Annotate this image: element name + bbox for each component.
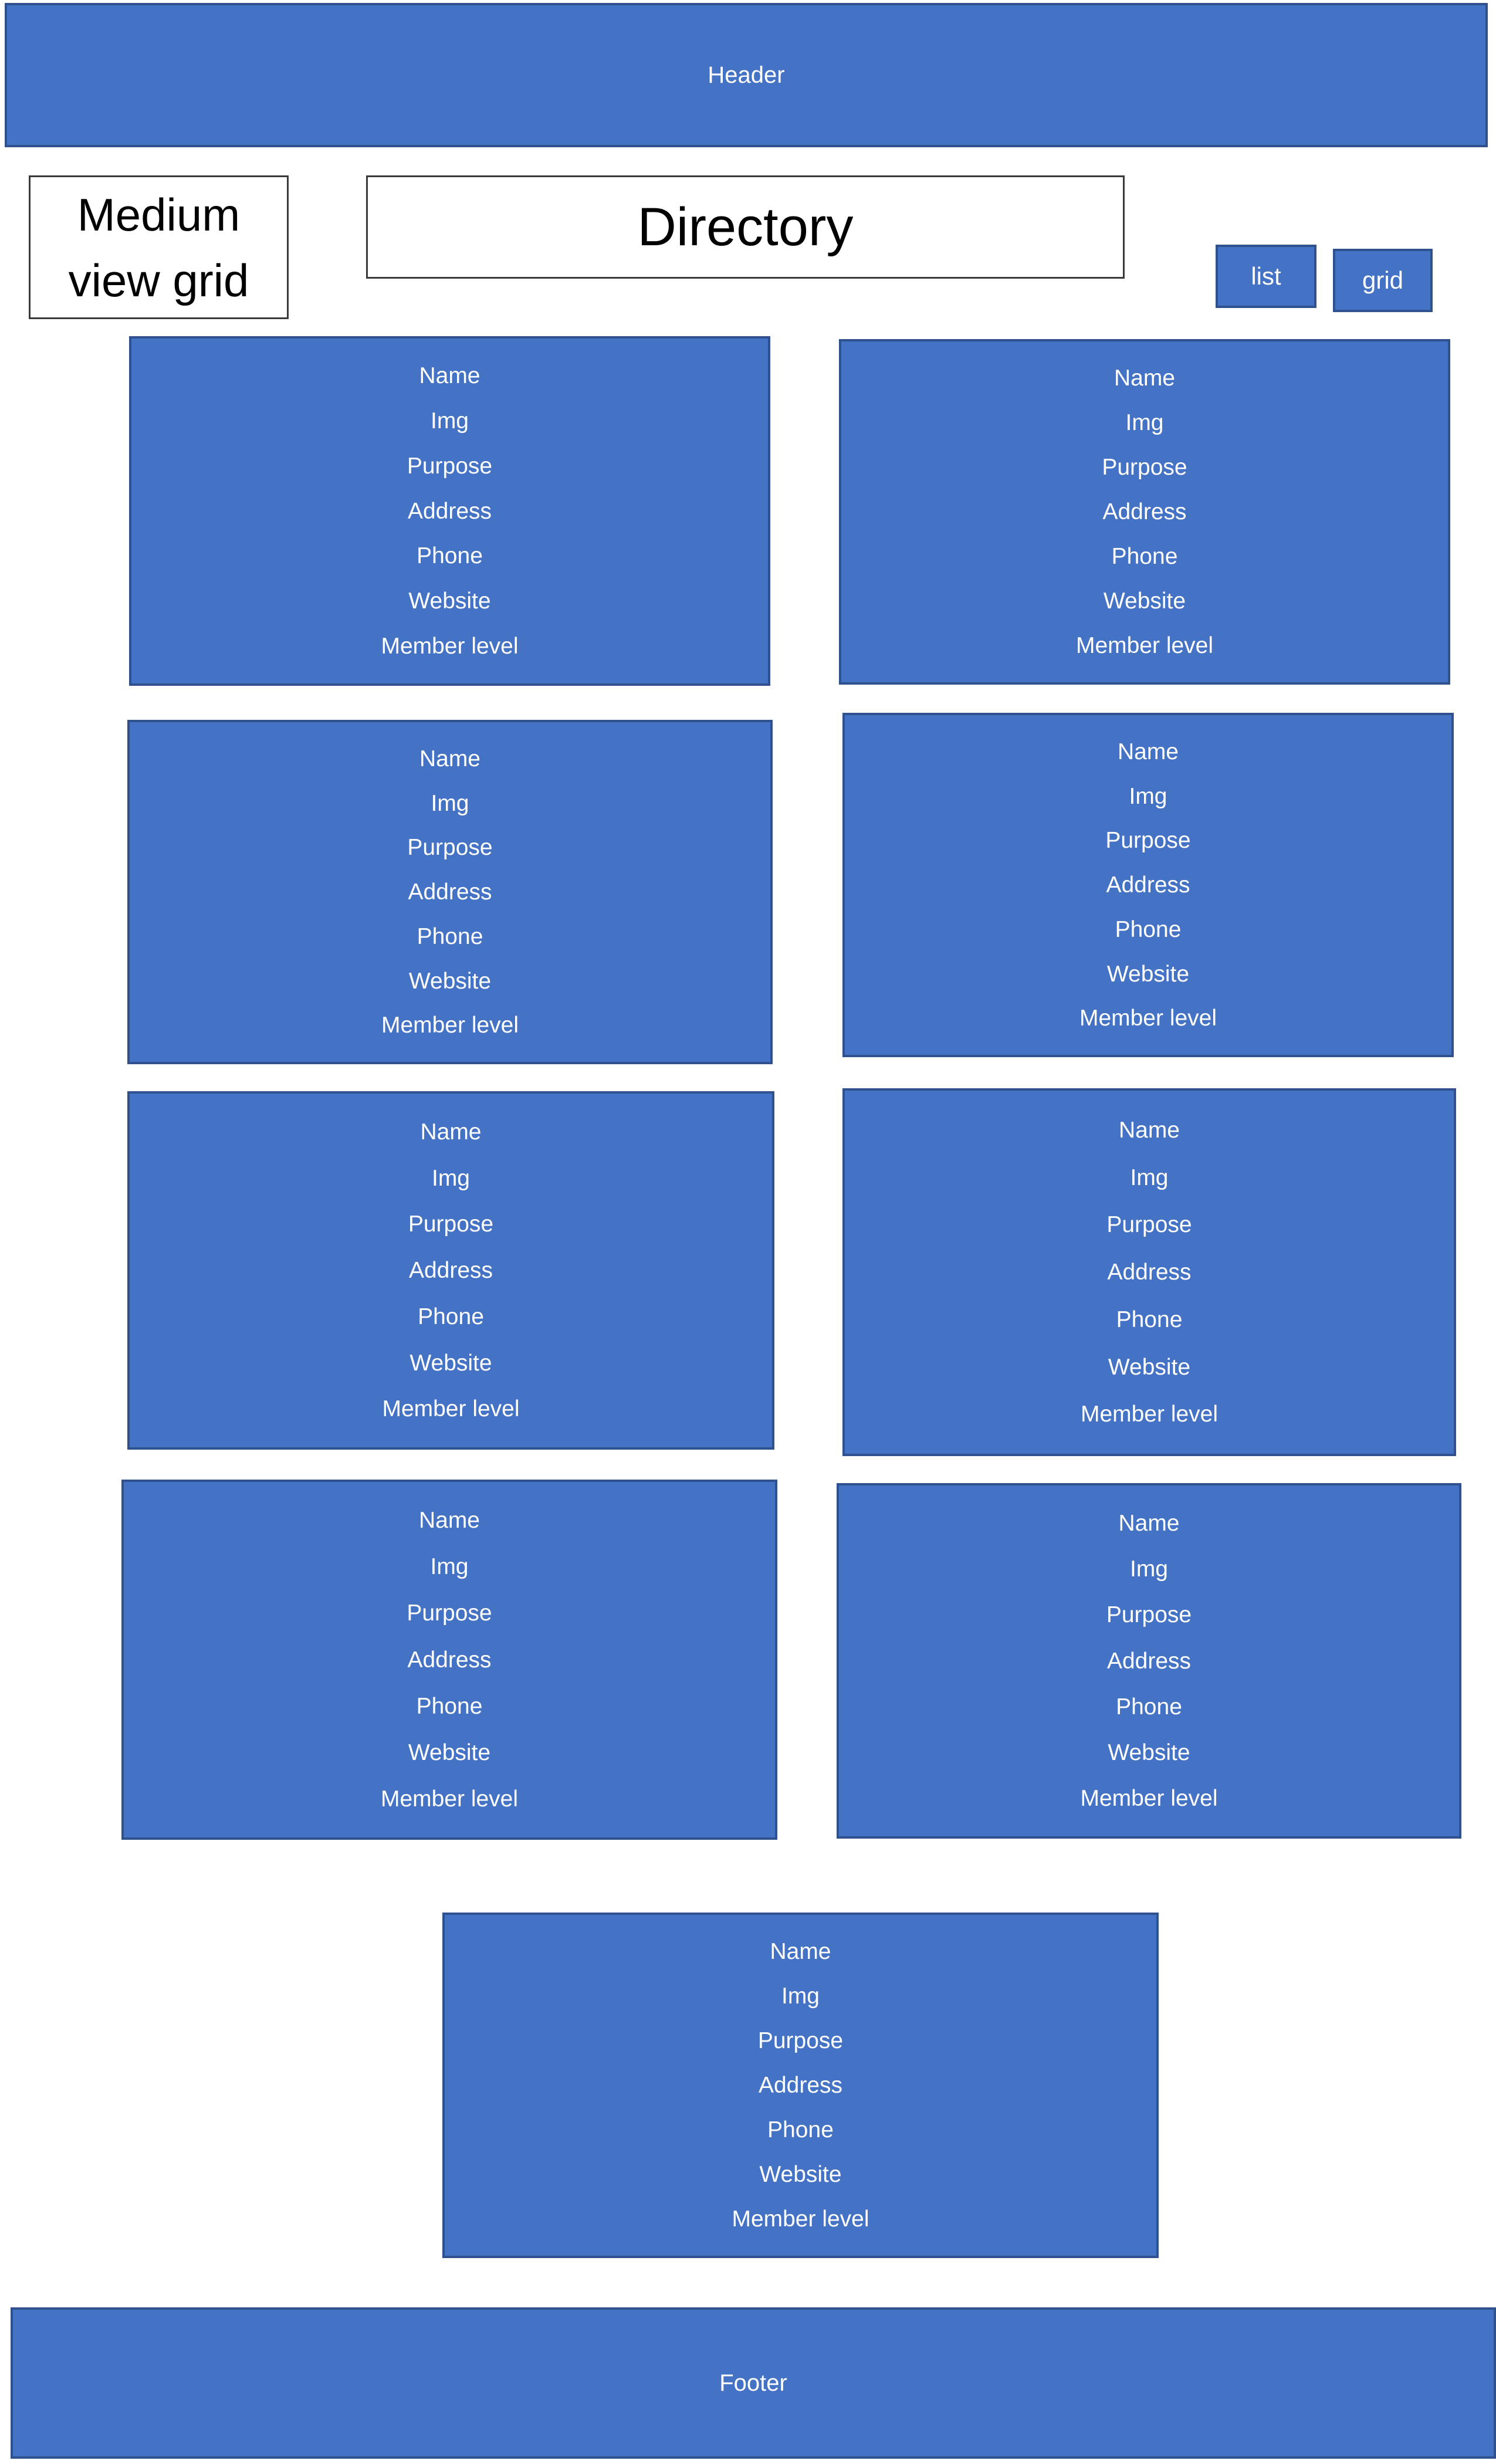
directory-card[interactable]: Name Img Purpose Address Phone Website M… [842, 1088, 1456, 1456]
card-field-purpose: Purpose [407, 835, 493, 861]
card-field-phone: Phone [767, 2117, 834, 2143]
card-field-website: Website [1106, 961, 1190, 987]
directory-card[interactable]: Name Img Purpose Address Phone Website M… [839, 339, 1450, 685]
card-field-phone: Phone [1111, 544, 1178, 569]
card-field-website: Website [1103, 588, 1186, 614]
card-field-website: Website [408, 1739, 491, 1765]
page-title-text: Directory [637, 197, 854, 257]
card-field-phone: Phone [1115, 916, 1182, 942]
header-bar: Header [5, 3, 1488, 147]
card-field-img: Img [430, 1554, 469, 1580]
card-field-purpose: Purpose [1105, 828, 1191, 854]
card-field-website: Website [1108, 1739, 1190, 1765]
card-field-purpose: Purpose [408, 1211, 494, 1237]
card-field-img: Img [1125, 410, 1164, 435]
card-field-member-level: Member level [1080, 1402, 1219, 1427]
card-field-img: Img [431, 790, 469, 816]
directory-card[interactable]: Name Img Purpose Address Phone Website M… [442, 1913, 1159, 2258]
card-field-name: Name [420, 1119, 482, 1145]
card-field-purpose: Purpose [1106, 1602, 1192, 1628]
card-field-address: Address [408, 1258, 493, 1283]
card-field-img: Img [1129, 783, 1167, 809]
card-field-phone: Phone [416, 1693, 483, 1719]
footer-label: Footer [719, 2370, 787, 2396]
card-field-phone: Phone [1116, 1694, 1182, 1720]
card-field-website: Website [759, 2162, 842, 2187]
card-field-name: Name [1117, 739, 1179, 764]
list-view-button[interactable]: list [1216, 245, 1316, 308]
card-field-member-level: Member level [1080, 1785, 1218, 1811]
card-field-address: Address [407, 1647, 492, 1673]
card-field-website: Website [408, 588, 491, 614]
card-field-member-level: Member level [1079, 1006, 1217, 1031]
card-field-address: Address [1106, 872, 1190, 898]
card-field-website: Website [409, 1350, 492, 1376]
directory-card[interactable]: Name Img Purpose Address Phone Website M… [129, 336, 770, 686]
card-field-name: Name [419, 746, 481, 771]
list-view-button-label: list [1251, 262, 1281, 290]
header-label: Header [708, 62, 785, 88]
card-field-img: Img [1129, 1556, 1168, 1582]
card-field-phone: Phone [418, 1304, 484, 1329]
card-field-img: Img [781, 1984, 820, 2009]
grid-view-button[interactable]: grid [1333, 249, 1433, 312]
card-field-phone: Phone [417, 543, 483, 569]
card-field-name: Name [1118, 1117, 1180, 1143]
card-field-phone: Phone [417, 923, 483, 949]
card-field-name: Name [1118, 1511, 1180, 1536]
card-field-phone: Phone [1116, 1307, 1183, 1332]
card-field-name: Name [419, 363, 480, 388]
card-field-purpose: Purpose [1106, 1212, 1192, 1238]
card-field-purpose: Purpose [1102, 455, 1187, 480]
directory-card[interactable]: Name Img Purpose Address Phone Website M… [837, 1483, 1461, 1839]
card-field-address: Address [408, 879, 492, 905]
card-field-img: Img [430, 408, 469, 434]
card-field-address: Address [407, 498, 492, 524]
card-field-name: Name [1113, 365, 1176, 391]
card-field-img: Img [1130, 1165, 1169, 1190]
card-field-website: Website [408, 968, 492, 994]
card-field-member-level: Member level [381, 634, 519, 659]
card-field-purpose: Purpose [407, 1600, 492, 1626]
directory-card[interactable]: Name Img Purpose Address Phone Website M… [842, 713, 1454, 1057]
directory-card[interactable]: Name Img Purpose Address Phone Website M… [121, 1480, 777, 1840]
card-field-address: Address [758, 2073, 843, 2098]
card-field-member-level: Member level [380, 1786, 519, 1812]
card-field-member-level: Member level [382, 1396, 520, 1422]
card-field-member-level: Member level [732, 2206, 869, 2232]
footer-bar: Footer [11, 2307, 1496, 2459]
card-field-img: Img [431, 1165, 470, 1191]
card-field-address: Address [1102, 499, 1187, 524]
view-mode-label-text: Medium view grid [68, 188, 249, 306]
card-field-name: Name [770, 1939, 831, 1964]
grid-view-button-label: grid [1362, 266, 1404, 294]
card-field-purpose: Purpose [407, 453, 493, 479]
card-field-website: Website [1108, 1354, 1191, 1380]
page-title: Directory [366, 175, 1125, 279]
card-field-name: Name [418, 1508, 480, 1534]
card-field-purpose: Purpose [757, 2028, 844, 2053]
card-field-member-level: Member level [381, 1013, 519, 1038]
view-mode-label: Medium view grid [29, 175, 289, 319]
directory-card[interactable]: Name Img Purpose Address Phone Website M… [127, 1091, 774, 1450]
card-field-member-level: Member level [1075, 633, 1214, 658]
card-field-address: Address [1106, 1648, 1192, 1674]
card-field-address: Address [1107, 1260, 1192, 1285]
directory-card[interactable]: Name Img Purpose Address Phone Website M… [127, 720, 773, 1064]
